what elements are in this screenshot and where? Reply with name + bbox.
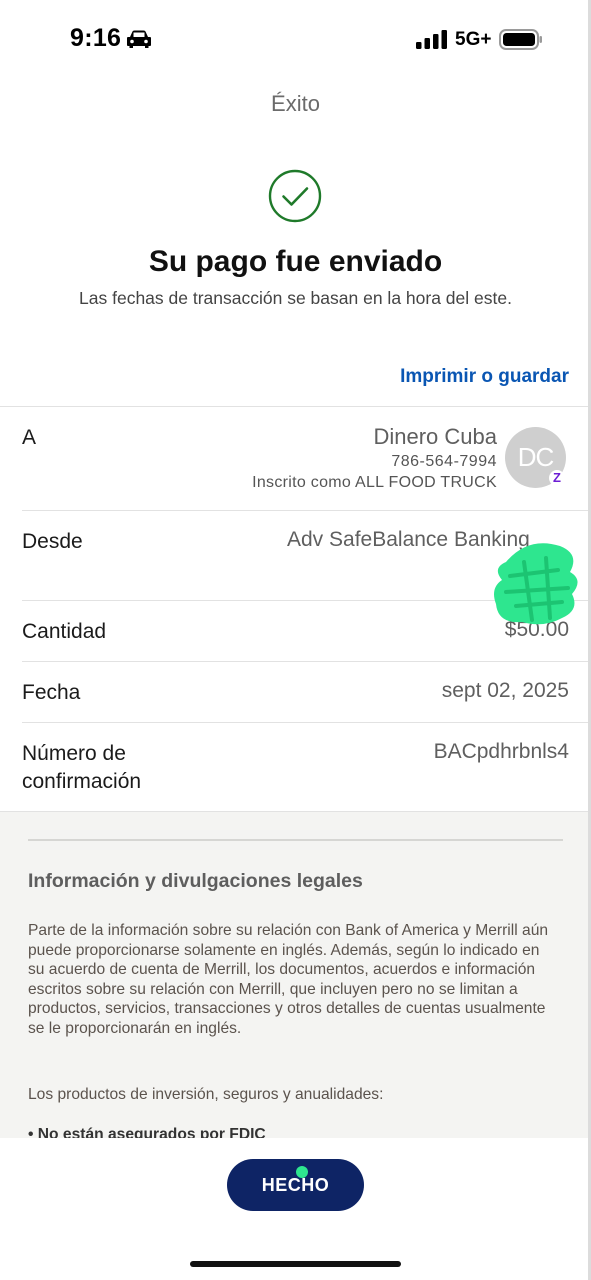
page-title: Éxito <box>271 91 320 116</box>
confirmation-subline: Las fechas de transacción se basan en la… <box>79 288 512 308</box>
network-type: 5G+ <box>455 29 492 50</box>
legal-section: Información y divulgaciones legales Part… <box>0 812 588 1138</box>
recipient-phone: 786-564-7994 <box>391 453 497 470</box>
cellular-signal-icon <box>416 30 447 49</box>
confirmation-number-value: BACpdhrbnls4 <box>433 740 569 763</box>
legal-title: Información y divulgaciones legales <box>28 870 363 892</box>
scribble-dot <box>296 1166 308 1178</box>
legal-divider <box>28 839 563 841</box>
row-divider <box>22 722 588 723</box>
to-label: A <box>22 426 37 449</box>
checkmark-circle-icon <box>268 169 322 223</box>
battery-icon <box>499 29 542 50</box>
details-top-divider <box>0 406 588 407</box>
redaction-scribble <box>494 543 578 625</box>
row-divider <box>22 510 588 511</box>
print-or-save-link[interactable]: Imprimir o guardar <box>400 366 569 388</box>
status-bar: 9:16 5G+ <box>0 0 591 80</box>
legal-bullet: • No están asegurados por FDIC <box>28 1126 266 1138</box>
date-value: sept 02, 2025 <box>441 679 569 702</box>
done-button[interactable]: HECHO <box>227 1159 364 1211</box>
row-divider <box>22 661 588 662</box>
legal-subheading: Los productos de inversión, seguros y an… <box>28 1086 384 1103</box>
zelle-icon: Z <box>549 470 565 486</box>
recipient-name: Dinero Cuba <box>373 424 497 449</box>
status-time: 9:16 <box>70 24 122 52</box>
car-icon <box>127 30 151 48</box>
confirmation-number-label: Número de confirmación <box>22 742 142 793</box>
from-label: Desde <box>22 530 83 553</box>
legal-paragraph: Parte de la información sobre su relació… <box>28 922 549 1037</box>
recipient-enrolled-as: Inscrito como ALL FOOD TRUCK <box>252 474 497 491</box>
date-label: Fecha <box>22 681 81 704</box>
confirmation-headline: Su pago fue enviado <box>148 245 443 278</box>
amount-label: Cantidad <box>22 620 107 643</box>
home-indicator[interactable] <box>190 1261 401 1267</box>
